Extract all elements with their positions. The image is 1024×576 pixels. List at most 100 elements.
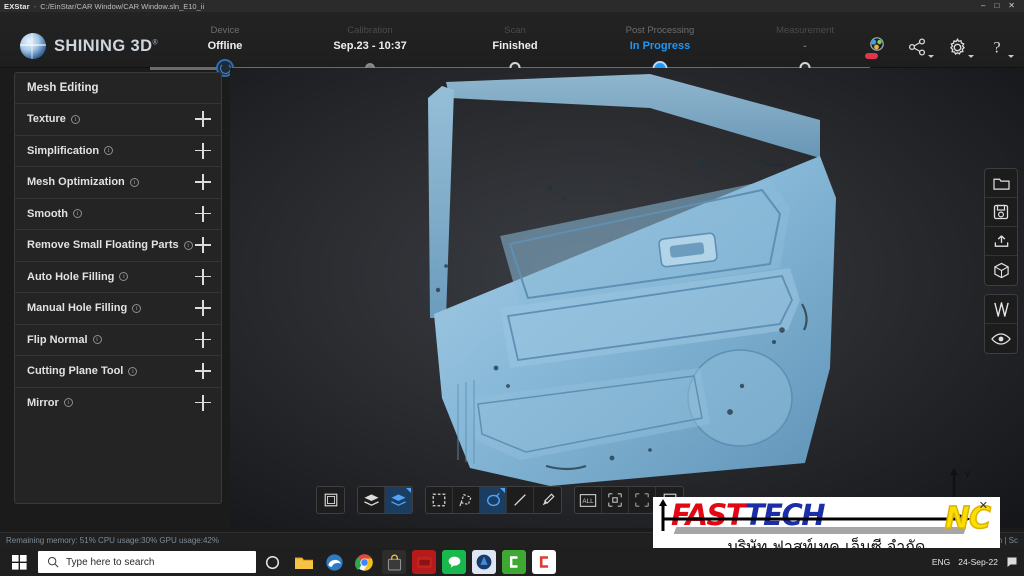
step-post-processing[interactable]: Post Processing In Progress <box>585 24 735 76</box>
add-plus-icon[interactable] <box>195 142 211 159</box>
tray-date[interactable]: 24-Sep-22 <box>958 557 998 567</box>
right-toolbar-group-file <box>984 168 1018 286</box>
sidebar-item-label: Simplification <box>27 144 100 157</box>
info-icon[interactable]: i <box>70 114 80 124</box>
step-post-processing-name: Post Processing <box>625 25 695 36</box>
sidebar-item-label: Manual Hole Filling <box>27 302 128 315</box>
settings-gear-icon[interactable] <box>944 34 974 60</box>
brush-select-icon[interactable] <box>534 487 561 513</box>
info-icon[interactable]: i <box>119 272 129 282</box>
add-plus-icon[interactable] <box>195 300 211 317</box>
sidebar-item-label: Smooth <box>27 207 68 220</box>
watermark-logo: FASTTECH NC ✕ <box>653 497 1000 537</box>
lasso-select-icon[interactable] <box>453 487 480 513</box>
step-calibration[interactable]: Calibration Sep.23 - 10:37 <box>295 24 445 73</box>
sidebar-item-label: Mesh Optimization <box>27 176 125 189</box>
invert-select-icon[interactable] <box>602 487 629 513</box>
info-icon[interactable]: i <box>92 335 102 345</box>
add-plus-icon[interactable] <box>195 205 211 222</box>
red-app-icon[interactable] <box>532 550 556 574</box>
sidebar-item-flip-normal[interactable]: Flip Normal i <box>15 323 221 356</box>
sidebar-item-cutting-plane-tool[interactable]: Cutting Plane Tool i <box>15 355 221 387</box>
system-resource-status: Remaining memory: 51% CPU usage:30% GPU … <box>6 536 219 545</box>
share-icon[interactable] <box>904 34 934 60</box>
notification-flag-icon[interactable] <box>1006 556 1018 568</box>
green-app-icon[interactable] <box>502 550 526 574</box>
open-folder-icon[interactable] <box>985 169 1017 198</box>
add-plus-icon[interactable] <box>195 394 211 411</box>
export-upload-icon[interactable] <box>985 227 1017 256</box>
add-plus-icon[interactable] <box>195 268 211 285</box>
svg-text:ALL: ALL <box>582 498 594 505</box>
sidebar-item-manual-hole-filling[interactable]: Manual Hole Filling i <box>15 292 221 324</box>
close-button[interactable]: ✕ <box>1008 2 1015 10</box>
right-toolbar <box>984 168 1018 362</box>
cortana-circle-icon[interactable] <box>256 555 288 570</box>
info-icon[interactable]: i <box>72 209 82 219</box>
step-scan-value: Finished <box>492 40 538 52</box>
sidebar-item-auto-hole-filling[interactable]: Auto Hole Filling i <box>15 260 221 293</box>
rectangle-select-icon[interactable] <box>426 487 453 513</box>
step-device[interactable]: Device Offline <box>150 24 300 77</box>
add-plus-icon[interactable] <box>195 331 211 348</box>
add-plus-icon[interactable] <box>195 111 211 128</box>
scanned-mesh-model[interactable] <box>350 68 870 488</box>
info-icon[interactable]: i <box>104 146 114 156</box>
app-name-label: EXStar <box>4 1 30 11</box>
info-icon[interactable]: i <box>183 240 193 250</box>
step-measurement[interactable]: Measurement - <box>730 24 880 73</box>
add-plus-icon[interactable] <box>195 237 211 254</box>
mirror-flip-icon[interactable] <box>985 295 1017 324</box>
visibility-eye-icon[interactable] <box>985 324 1017 353</box>
watermark-arrow-icon <box>659 499 971 531</box>
step-scan[interactable]: Scan Finished <box>440 24 590 73</box>
watermark-close-icon[interactable]: ✕ <box>979 499 988 512</box>
sidebar-item-simplification[interactable]: Simplification i <box>15 134 221 167</box>
sidebar-item-remove-small-floating-parts[interactable]: Remove Small Floating Parts i <box>15 229 221 261</box>
add-plus-icon[interactable] <box>195 174 211 191</box>
edge-browser-icon[interactable] <box>322 550 346 574</box>
cube-model-icon[interactable] <box>985 256 1017 285</box>
maximize-button[interactable]: □ <box>994 2 999 10</box>
sidebar-item-label: Cutting Plane Tool <box>27 365 124 378</box>
svg-text:?: ? <box>993 40 1000 57</box>
3d-viewport[interactable]: ALL Y <box>230 68 1024 528</box>
info-icon[interactable]: i <box>128 366 138 376</box>
chrome-browser-icon[interactable] <box>352 550 376 574</box>
add-plus-icon[interactable] <box>195 363 211 380</box>
taskbar-search-box[interactable]: Type here to search <box>38 551 256 573</box>
search-input[interactable]: Type here to search <box>66 557 154 568</box>
info-icon[interactable]: i <box>132 303 142 313</box>
store-bag-icon[interactable] <box>382 550 406 574</box>
bottom-toolbar: ALL <box>316 486 684 514</box>
file-explorer-icon[interactable] <box>292 550 316 574</box>
titlebar-separator: - <box>33 1 37 11</box>
save-disk-icon[interactable] <box>985 198 1017 227</box>
select-all-icon[interactable]: ALL <box>575 487 602 513</box>
step-calibration-value: Sep.23 - 10:37 <box>333 40 407 52</box>
select-through-icon[interactable] <box>385 487 412 513</box>
line-select-icon[interactable] <box>507 487 534 513</box>
bounding-box-icon[interactable] <box>317 487 344 513</box>
sidebar-item-mesh-optimization[interactable]: Mesh Optimization i <box>15 166 221 198</box>
sidebar-item-texture[interactable]: Texture i <box>15 103 221 135</box>
line-messenger-icon[interactable] <box>442 550 466 574</box>
info-icon[interactable]: i <box>63 398 73 408</box>
toolbar-group-selectiontools <box>425 486 562 514</box>
project-icon[interactable] <box>864 34 890 60</box>
circle-select-active-marker <box>500 488 505 493</box>
layers-icon[interactable] <box>358 487 385 513</box>
tray-language-indicator[interactable]: ENG <box>932 557 950 567</box>
deselect-all-icon[interactable] <box>629 487 656 513</box>
media-app-icon[interactable] <box>412 550 436 574</box>
windows-start-icon[interactable] <box>0 548 38 576</box>
circle-select-icon[interactable] <box>480 487 507 513</box>
step-device-value: Offline <box>207 40 243 52</box>
panel-title: Mesh Editing <box>27 82 99 94</box>
sidebar-item-smooth[interactable]: Smooth i <box>15 197 221 230</box>
minimize-button[interactable]: – <box>981 2 985 10</box>
help-question-icon[interactable]: ? <box>984 34 1014 60</box>
sidebar-item-mirror[interactable]: Mirror i <box>15 386 221 419</box>
blue-sphere-app-icon[interactable] <box>472 550 496 574</box>
info-icon[interactable]: i <box>129 177 139 187</box>
